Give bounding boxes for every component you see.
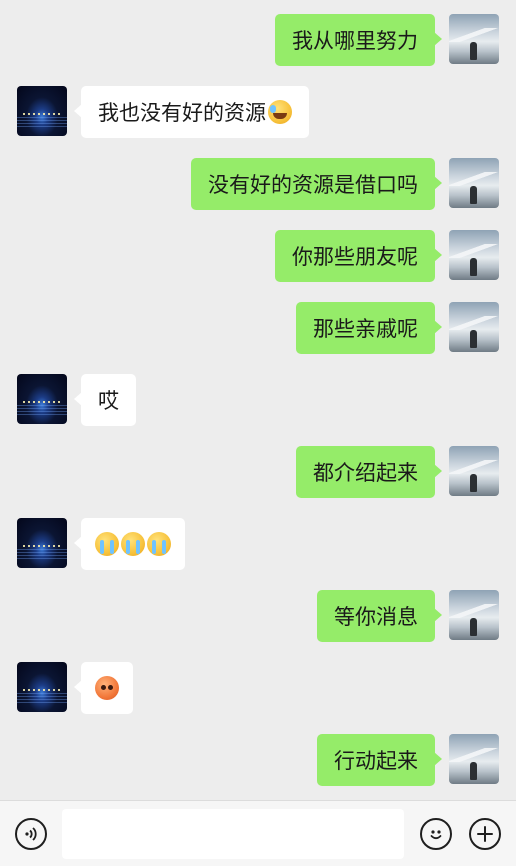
message-text: 那些亲戚呢 — [313, 317, 418, 341]
my-avatar[interactable] — [449, 590, 499, 640]
message-text: 我从哪里努力 — [292, 29, 418, 53]
message-text: 没有好的资源是借口吗 — [208, 173, 418, 197]
chat-area: 我从哪里努力 我也没有好的资源 没有好的资源是借口吗 你那些朋友呢 那些亲戚呢 … — [0, 0, 516, 800]
message-bubble[interactable]: 哎 — [74, 374, 136, 426]
message-bubble[interactable]: 那些亲戚呢 — [296, 302, 442, 354]
my-avatar[interactable] — [449, 302, 499, 352]
emoji-icon — [430, 830, 442, 840]
more-button[interactable] — [469, 818, 501, 850]
contact-avatar[interactable] — [17, 374, 67, 424]
message-row: 都介绍起来 — [0, 446, 516, 498]
my-avatar[interactable] — [449, 446, 499, 496]
my-avatar[interactable] — [449, 14, 499, 64]
my-avatar[interactable] — [449, 734, 499, 784]
message-text: 等你消息 — [334, 605, 418, 629]
message-text: 你那些朋友呢 — [292, 245, 418, 269]
message-text: 都介绍起来 — [313, 461, 418, 485]
plus-icon — [477, 826, 493, 842]
message-text: 行动起来 — [334, 749, 418, 773]
voice-button[interactable] — [15, 818, 47, 850]
message-bubble[interactable]: 你那些朋友呢 — [275, 230, 442, 282]
contact-avatar[interactable] — [17, 518, 67, 568]
message-row: 我从哪里努力 — [0, 14, 516, 66]
message-bubble[interactable] — [74, 662, 133, 714]
message-row: 没有好的资源是借口吗 — [0, 158, 516, 210]
my-avatar[interactable] — [449, 230, 499, 280]
message-row: 等你消息 — [0, 590, 516, 642]
message-text: 我也没有好的资源 — [98, 101, 266, 125]
message-bubble[interactable] — [74, 518, 185, 570]
message-row — [0, 518, 516, 570]
message-text: 哎 — [98, 389, 119, 413]
crying-emoji-icon — [147, 532, 171, 556]
message-row: 你那些朋友呢 — [0, 230, 516, 282]
contact-avatar[interactable] — [17, 662, 67, 712]
crying-emoji-icon — [95, 532, 119, 556]
message-input[interactable] — [62, 809, 404, 859]
message-bubble[interactable]: 行动起来 — [317, 734, 442, 786]
angry-emoji-icon — [95, 676, 119, 700]
input-bar — [0, 800, 516, 866]
message-bubble[interactable]: 我从哪里努力 — [275, 14, 442, 66]
message-bubble[interactable]: 没有好的资源是借口吗 — [191, 158, 442, 210]
my-avatar[interactable] — [449, 158, 499, 208]
message-row — [0, 662, 516, 714]
contact-avatar[interactable] — [17, 86, 67, 136]
laugh-emoji-icon — [268, 100, 292, 124]
message-row: 哎 — [0, 374, 516, 426]
message-row: 行动起来 — [0, 734, 516, 786]
message-bubble[interactable]: 我也没有好的资源 — [74, 86, 309, 138]
message-row: 我也没有好的资源 — [0, 86, 516, 138]
crying-emoji-icon — [121, 532, 145, 556]
message-bubble[interactable]: 都介绍起来 — [296, 446, 442, 498]
message-bubble[interactable]: 等你消息 — [317, 590, 442, 642]
emoji-button[interactable] — [420, 818, 452, 850]
message-row: 那些亲戚呢 — [0, 302, 516, 354]
voice-icon — [25, 827, 37, 841]
